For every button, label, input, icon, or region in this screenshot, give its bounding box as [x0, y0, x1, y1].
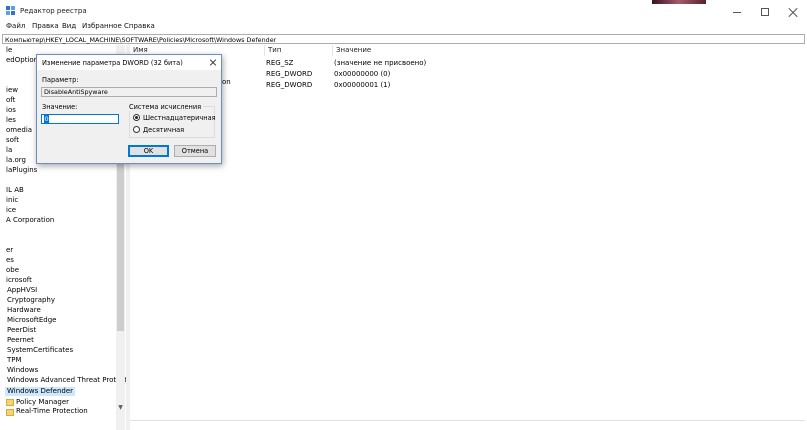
tree-item[interactable]: Policy Manager [16, 398, 69, 407]
menu-file[interactable]: Файл [6, 22, 25, 30]
tree-item[interactable]: la [6, 146, 12, 155]
tree-item[interactable]: icrosoft [6, 276, 32, 285]
address-path: Компьютер\HKEY_LOCAL_MACHINE\SOFTWARE\Po… [5, 36, 277, 44]
background-photo-fragment [652, 0, 706, 4]
tree-item[interactable]: Windows [7, 366, 38, 375]
list-bottom-edge [130, 420, 805, 430]
radio-decimal[interactable] [133, 126, 140, 133]
menu-bar: Файл Правка Вид Избранное Справка [0, 22, 807, 33]
tree-item[interactable]: es [6, 256, 14, 265]
tree-item[interactable]: soft [6, 136, 19, 145]
radio-decimal-label[interactable]: Десятичная [143, 126, 184, 134]
tree-item[interactable]: Real-Time Protection [16, 407, 88, 416]
minimize-button[interactable] [722, 4, 752, 20]
scroll-down-icon[interactable]: ▼ [117, 404, 124, 412]
close-button[interactable] [778, 4, 807, 20]
tree-item[interactable]: Peernet [7, 336, 34, 345]
value-data-text: 0 [44, 115, 50, 123]
tree-item[interactable]: ice [6, 206, 16, 215]
tree-item-windows-defender[interactable]: Windows Defender [5, 387, 76, 396]
dialog-title-bar: Изменение параметра DWORD (32 бита) [37, 55, 221, 70]
window-title: Редактор реестра [20, 7, 87, 15]
tree-item[interactable]: omedia [6, 126, 32, 135]
menu-view[interactable]: Вид [62, 22, 76, 30]
value-data-input[interactable]: 0 [41, 114, 119, 124]
tree-item[interactable]: obe [6, 266, 19, 275]
tree-item[interactable]: iew [6, 86, 18, 95]
value-label: Значение: [42, 103, 78, 111]
values-list[interactable]: Имя Тип Значение on REG_SZ REG_DWORD REG… [130, 45, 807, 430]
param-name-text: DisableAntiSpyware [44, 88, 108, 96]
registry-editor-icon [6, 6, 15, 15]
folder-icon [6, 399, 14, 406]
tree-item[interactable]: Hardware [7, 306, 41, 315]
param-label: Параметр: [42, 76, 79, 84]
value-type: REG_SZ [266, 59, 294, 67]
value-data: 0x00000001 (1) [334, 81, 391, 89]
value-type: REG_DWORD [266, 70, 313, 78]
tree-item[interactable]: inic [6, 196, 18, 205]
tree-item[interactable]: le [6, 46, 12, 55]
title-bar: Редактор реестра [0, 0, 807, 22]
maximize-button[interactable] [750, 4, 780, 20]
tree-item[interactable]: oft [6, 96, 15, 105]
tree-item[interactable]: AppHVSI [7, 286, 37, 295]
value-data: (значение не присвоено) [334, 59, 427, 67]
value-type: REG_DWORD [266, 81, 313, 89]
tree-item[interactable]: les [6, 116, 16, 125]
cancel-button[interactable]: Отмена [174, 145, 216, 157]
tree-item[interactable]: A Corporation [6, 216, 54, 225]
tree-item[interactable]: TPM [7, 356, 22, 365]
value-name[interactable]: on [222, 77, 231, 87]
tree-item[interactable]: er [6, 246, 13, 255]
column-header-value[interactable]: Значение [332, 45, 452, 56]
radio-hex-label[interactable]: Шестнадцатеричная [143, 114, 216, 122]
ok-button[interactable]: OK [128, 145, 169, 157]
tree-item[interactable]: laPlugins [6, 166, 37, 175]
address-bar[interactable]: Компьютер\HKEY_LOCAL_MACHINE\SOFTWARE\Po… [2, 34, 805, 44]
value-data: 0x00000000 (0) [334, 70, 391, 78]
tree-item[interactable]: PeerDist [7, 326, 36, 335]
tree-item[interactable]: IL AB [6, 186, 24, 195]
tree-item[interactable]: MicrosoftEdge [7, 316, 56, 325]
tree-item[interactable]: la.org [6, 156, 26, 165]
param-name-field: DisableAntiSpyware [41, 87, 217, 97]
folder-icon [6, 409, 14, 416]
menu-favorites[interactable]: Избранное [82, 22, 122, 30]
dialog-close-icon[interactable] [208, 58, 218, 68]
dialog-title: Изменение параметра DWORD (32 бита) [42, 59, 183, 67]
tree-item[interactable]: Cryptography [7, 296, 55, 305]
tree-item[interactable]: Windows Advanced Threat Protectio [7, 376, 126, 385]
tree-item[interactable]: ios [6, 106, 16, 115]
radix-group-label: Система исчисления [129, 103, 204, 111]
radio-hex[interactable] [133, 114, 140, 121]
menu-edit[interactable]: Правка [32, 22, 59, 30]
menu-help[interactable]: Справка [124, 22, 155, 30]
tree-item[interactable]: SystemCertificates [7, 346, 73, 355]
column-header-type[interactable]: Тип [264, 45, 332, 56]
edit-dword-dialog: Изменение параметра DWORD (32 бита) Пара… [36, 54, 222, 164]
